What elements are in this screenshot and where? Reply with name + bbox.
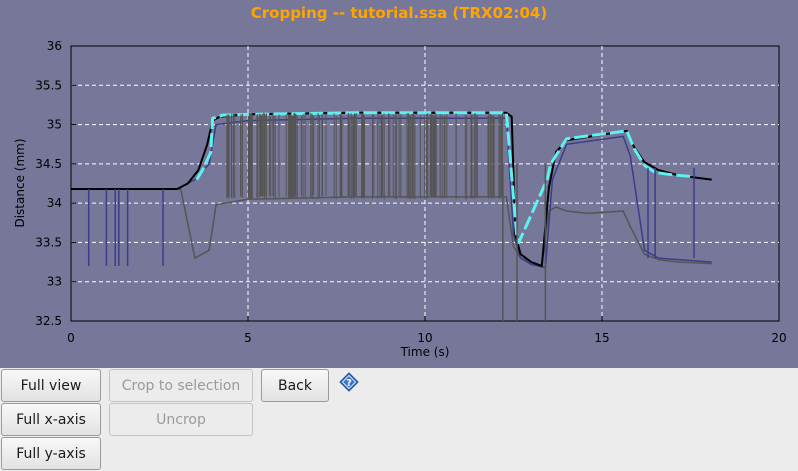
plot-title: Cropping -- tutorial.ssa (TRX02:04)	[250, 4, 548, 22]
plot-area[interactable]: 0 5 10 15 20 32.5 33 33.5 34 34.5 35 35.5 36 Time (s…	[0, 0, 798, 368]
series-layer	[71, 111, 712, 269]
full-view-button[interactable]: Full view	[1, 369, 101, 402]
series-line-2	[71, 117, 712, 269]
series-line-0	[71, 111, 712, 267]
svg-text:?: ?	[346, 378, 352, 389]
full-y-axis-button[interactable]: Full y-axis	[1, 437, 101, 470]
y-tick-label: 35.5	[35, 78, 62, 92]
full-x-axis-button[interactable]: Full x-axis	[1, 403, 101, 436]
x-tick-label: 0	[67, 331, 75, 345]
x-tick-label: 20	[771, 331, 786, 345]
x-axis-label: Time (s)	[400, 345, 450, 359]
y-tick-label: 32.5	[35, 314, 62, 328]
crop-to-selection-button[interactable]: Crop to selection	[109, 369, 253, 402]
back-button[interactable]: Back	[261, 369, 329, 402]
y-tick-label: 34	[47, 196, 62, 210]
y-tick-label: 36	[47, 39, 62, 53]
y-tick-label: 35	[47, 118, 62, 132]
y-tick-label: 33	[47, 275, 62, 289]
x-tick-label: 10	[417, 331, 432, 345]
spike-layer	[87, 112, 695, 321]
distance-time-chart[interactable]: 0 5 10 15 20 32.5 33 33.5 34 34.5 35 35.5 36 Time (s…	[0, 0, 798, 368]
x-tick-label: 15	[594, 331, 609, 345]
y-tick-label: 33.5	[35, 235, 62, 249]
y-tick-label: 34.5	[35, 157, 62, 171]
x-tick-label: 5	[244, 331, 252, 345]
uncrop-button[interactable]: Uncrop	[109, 403, 253, 436]
y-axis-label: Distance (mm)	[13, 138, 27, 227]
help-icon[interactable]: ?	[339, 372, 359, 392]
series-line-1	[71, 188, 712, 267]
